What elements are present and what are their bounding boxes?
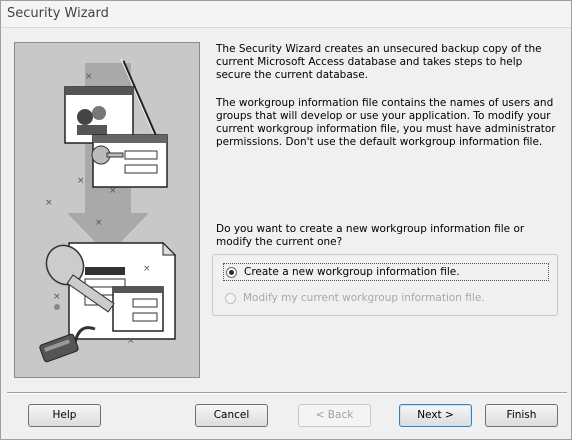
radio-unselected-icon <box>225 292 236 304</box>
svg-text:×: × <box>109 186 117 196</box>
back-button: < Back <box>298 404 371 427</box>
title-bar[interactable]: Security Wizard <box>1 1 571 28</box>
svg-text:×: × <box>45 198 53 208</box>
svg-text:×: × <box>85 72 93 82</box>
workgroup-info-text: The workgroup information file contains … <box>216 97 556 148</box>
help-button[interactable]: Help <box>28 404 101 427</box>
svg-text:×: × <box>95 218 103 228</box>
intro-text: The Security Wizard creates an unsecured… <box>216 43 542 81</box>
cancel-button[interactable]: Cancel <box>195 404 268 427</box>
svg-text:×: × <box>143 264 151 274</box>
svg-text:×: × <box>53 292 61 302</box>
button-divider <box>7 392 567 394</box>
modify-current-workgroup-radio: Modify my current workgroup information … <box>223 289 485 307</box>
security-wizard-dialog: Security Wizard × × × × × × × × The Secu… <box>0 0 572 440</box>
modify-current-workgroup-label: Modify my current workgroup information … <box>243 292 485 304</box>
next-button[interactable]: Next > <box>399 404 472 427</box>
window-title: Security Wizard <box>7 6 109 21</box>
finish-button[interactable]: Finish <box>485 404 558 427</box>
svg-text:×: × <box>127 336 135 346</box>
workgroup-options-group: Create a new workgroup information file.… <box>212 254 558 316</box>
create-new-workgroup-radio[interactable]: Create a new workgroup information file. <box>223 263 549 281</box>
radio-selected-icon[interactable] <box>226 266 237 278</box>
create-new-workgroup-label[interactable]: Create a new workgroup information file. <box>244 266 460 278</box>
wizard-illustration-icon: × × × × × × × × <box>39 58 177 363</box>
svg-text:×: × <box>77 176 85 186</box>
security-wizard-illustration: × × × × × × × × <box>14 42 200 378</box>
question-text: Do you want to create a new workgroup in… <box>216 223 525 248</box>
